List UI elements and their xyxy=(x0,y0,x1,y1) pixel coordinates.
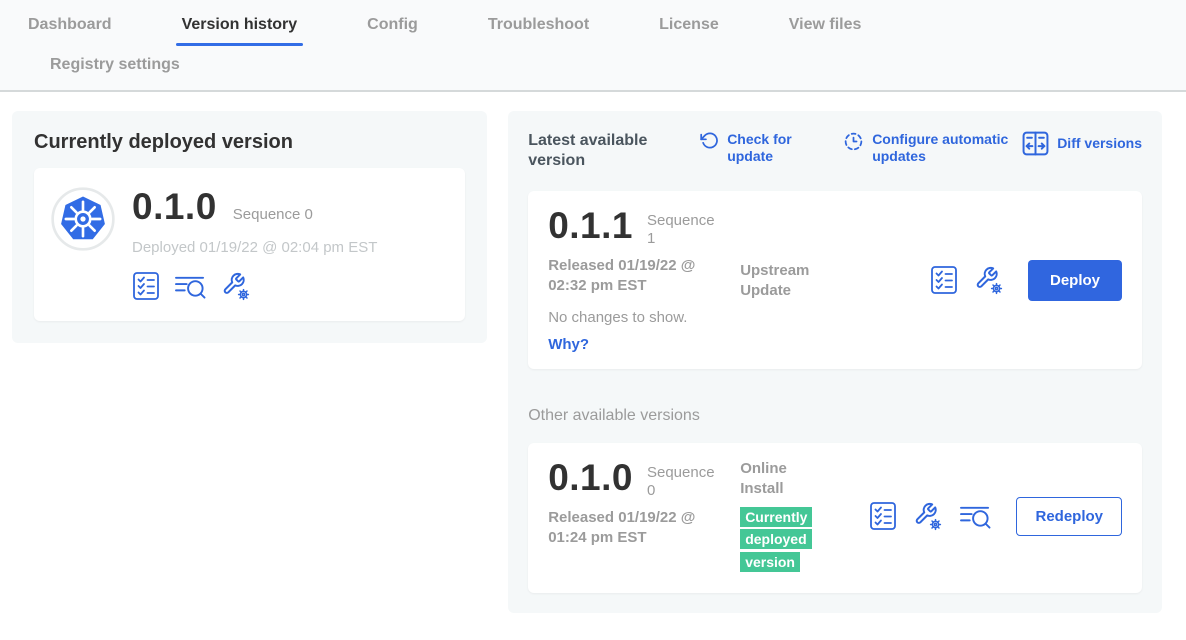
other-source-label: Online Install xyxy=(740,459,826,498)
latest-released-timestamp: Released 01/19/22 @ 02:32 pm EST xyxy=(548,256,728,295)
deployed-sequence-label: Sequence 0 xyxy=(233,206,313,223)
config-wrench-gear-icon[interactable] xyxy=(974,265,1004,295)
other-version-number: 0.1.0 xyxy=(548,459,633,496)
configure-automatic-updates-link[interactable]: Configure automatic updates xyxy=(843,131,1022,165)
main-content: Currently deployed version 0.1.0 Sequenc… xyxy=(0,92,1186,613)
check-for-update-label: Check for update xyxy=(727,131,807,165)
no-changes-text: No changes to show. xyxy=(548,309,740,326)
other-version-card: 0.1.0 Sequence 0 Released 01/19/22 @ 01:… xyxy=(528,443,1142,593)
other-version-info: 0.1.0 Sequence 0 Released 01/19/22 @ 01:… xyxy=(548,459,740,573)
diff-versions-label: Diff versions xyxy=(1057,135,1142,152)
other-source-column: Online Install Currently deployed versio… xyxy=(740,459,860,573)
other-card-actions: Redeploy xyxy=(869,497,1122,536)
redeploy-button[interactable]: Redeploy xyxy=(1016,497,1122,536)
configure-automatic-updates-label: Configure automatic updates xyxy=(872,131,1022,165)
nav-tab-version-history[interactable]: Version history xyxy=(182,0,298,50)
top-navigation: Dashboard Version history Config Trouble… xyxy=(0,0,1186,92)
scheduled-update-icon xyxy=(843,131,864,152)
diff-versions-link[interactable]: Diff versions xyxy=(1022,131,1142,156)
preflight-checklist-icon[interactable] xyxy=(869,501,897,531)
nav-tab-troubleshoot[interactable]: Troubleshoot xyxy=(488,0,589,50)
diff-versions-icon xyxy=(1022,131,1049,156)
deployed-version-info: 0.1.0 Sequence 0 Deployed 01/19/22 @ 02:… xyxy=(132,186,377,301)
nav-primary-row: Dashboard Version history Config Trouble… xyxy=(0,0,1186,50)
latest-card-actions: Deploy xyxy=(930,260,1122,301)
deployed-version-card: 0.1.0 Sequence 0 Deployed 01/19/22 @ 02:… xyxy=(34,168,465,321)
latest-version-card: 0.1.1 Sequence 1 Released 01/19/22 @ 02:… xyxy=(528,191,1142,369)
latest-sequence-label: Sequence 1 xyxy=(647,212,717,248)
latest-version-number: 0.1.1 xyxy=(548,207,633,244)
config-wrench-gear-icon[interactable] xyxy=(221,271,251,301)
release-notes-search-icon[interactable] xyxy=(174,272,207,301)
kubernetes-logo-icon xyxy=(50,186,116,252)
nav-tab-dashboard[interactable]: Dashboard xyxy=(28,0,112,50)
other-released-timestamp: Released 01/19/22 @ 01:24 pm EST xyxy=(548,508,728,547)
nav-secondary-row: Registry settings xyxy=(0,50,1186,90)
deployed-timestamp: Deployed 01/19/22 @ 02:04 pm EST xyxy=(132,239,377,256)
nav-tab-license[interactable]: License xyxy=(659,0,719,50)
latest-available-title: Latest available version xyxy=(528,131,680,171)
currently-deployed-panel: Currently deployed version 0.1.0 Sequenc… xyxy=(12,111,487,343)
currently-deployed-title: Currently deployed version xyxy=(34,131,465,154)
nav-tab-view-files[interactable]: View files xyxy=(789,0,862,50)
available-versions-header: Latest available version Check for updat… xyxy=(528,131,1142,171)
other-sequence-label: Sequence 0 xyxy=(647,464,717,500)
available-versions-panel: Latest available version Check for updat… xyxy=(508,111,1162,613)
check-for-update-link[interactable]: Check for update xyxy=(700,131,807,165)
deploy-button[interactable]: Deploy xyxy=(1028,260,1122,301)
latest-source-label: Upstream Update xyxy=(740,261,826,353)
preflight-checklist-icon[interactable] xyxy=(132,271,160,301)
config-wrench-gear-icon[interactable] xyxy=(913,501,943,531)
nav-tab-registry-settings[interactable]: Registry settings xyxy=(50,56,180,74)
refresh-arrow-icon xyxy=(700,131,719,150)
nav-tab-config[interactable]: Config xyxy=(367,0,418,50)
latest-version-info: 0.1.1 Sequence 1 Released 01/19/22 @ 02:… xyxy=(548,207,740,353)
currently-deployed-badge: Currently deployed version xyxy=(740,507,812,572)
release-notes-search-icon[interactable] xyxy=(959,502,992,531)
other-available-versions-title: Other available versions xyxy=(528,407,1142,425)
why-link[interactable]: Why? xyxy=(548,336,740,353)
currently-deployed-badge-wrap: Currently deployed version xyxy=(740,506,828,573)
deployed-version-number: 0.1.0 xyxy=(132,188,217,225)
preflight-checklist-icon[interactable] xyxy=(930,265,958,295)
